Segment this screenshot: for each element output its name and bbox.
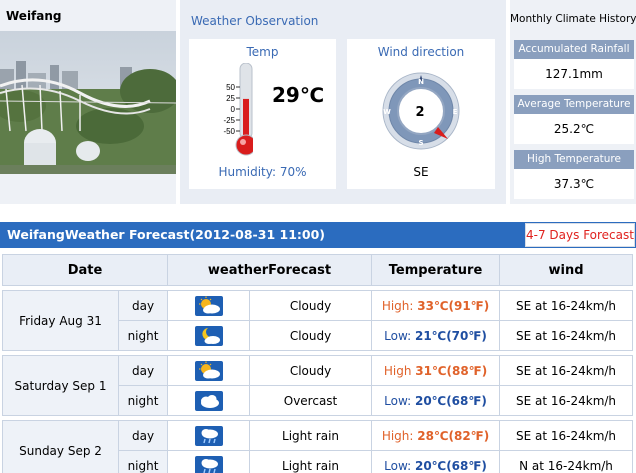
climate-history-panel: Monthly Climate History Accumulated Rain…: [510, 0, 636, 204]
forecast-date: Sunday Sep 2: [2, 420, 119, 473]
wind-speed: 2: [415, 105, 424, 120]
current-temp: 29℃: [272, 83, 325, 107]
weather-desc: Overcast: [249, 385, 373, 416]
wind-title: Wind direction: [377, 45, 465, 59]
compass-icon: N E S W 2: [380, 61, 462, 160]
table-row: Saturday Sep 1 day Cloudy High 31℃(88℉) …: [2, 355, 634, 416]
weather-desc: Light rain: [249, 450, 373, 473]
forecast-title: WeifangWeather Forecast(2012-08-31 11:00…: [7, 227, 325, 242]
wind-cell: SE at 16-24km/h: [499, 320, 634, 351]
temp-title: Temp: [246, 45, 279, 59]
period-label: day: [117, 420, 169, 451]
observation-panel: Weather Observation Temp 50 25 0 -25 -50…: [180, 0, 506, 204]
rainfall-value: 127.1mm: [514, 59, 634, 89]
period-label: night: [117, 385, 169, 416]
table-header-row: Date weatherForecast Temperature wind: [1, 254, 634, 286]
rainfall-label: Accumulated Rainfall: [514, 40, 634, 59]
climate-title: Monthly Climate History: [510, 13, 636, 25]
wind-card: Wind direction N E S W 2 SE: [347, 39, 495, 189]
forecast-date: Saturday Sep 1: [2, 355, 119, 416]
period-label: day: [117, 290, 169, 321]
wind-direction: SE: [413, 165, 429, 179]
header-temperature: Temperature: [371, 254, 501, 286]
header-date: Date: [1, 254, 169, 286]
avg-temp-label: Average Temperature: [514, 95, 634, 114]
rain-icon: [194, 455, 223, 473]
compass-label: N: [418, 78, 424, 86]
table-row: Sunday Sep 2 day Light rain High: 28℃(82…: [2, 420, 634, 473]
high-temp-value: 37.3℃: [514, 169, 634, 199]
observation-title: Weather Observation: [191, 14, 319, 28]
forecast-header: WeifangWeather Forecast(2012-08-31 11:00…: [0, 222, 636, 248]
weather-desc: Cloudy: [249, 290, 373, 321]
scale-label: 25: [226, 94, 235, 103]
temp-card: Temp 50 25 0 -25 -50 29℃ Humidity: 70%: [189, 39, 336, 189]
temperature-cell: Low: 20℃(68℉): [371, 385, 501, 416]
header-wind: wind: [499, 254, 634, 286]
avg-temp-value: 25.2℃: [514, 114, 634, 144]
scale-label: -50: [223, 127, 235, 136]
wind-cell: SE at 16-24km/h: [499, 385, 634, 416]
moon-cloud-icon: [194, 325, 223, 346]
humidity-value: 70%: [279, 165, 307, 179]
compass-label: S: [418, 139, 423, 147]
sun-cloud-icon: [194, 295, 223, 316]
city-photo: [0, 31, 176, 174]
scale-label: 0: [231, 105, 236, 114]
weather-desc: Light rain: [249, 420, 373, 451]
forecast-table: Date weatherForecast Temperature wind Fr…: [1, 254, 634, 473]
high-temp-label: High Temperature: [514, 150, 634, 169]
temperature-cell: High: 33℃(91℉): [371, 290, 501, 321]
rain-icon: [194, 425, 223, 446]
temperature-cell: High: 28℃(82℉): [371, 420, 501, 451]
period-label: night: [117, 450, 169, 473]
wind-cell: SE at 16-24km/h: [499, 420, 634, 451]
sun-cloud-icon: [194, 360, 223, 381]
wind-cell: N at 16-24km/h: [499, 450, 634, 473]
wind-cell: SE at 16-24km/h: [499, 290, 634, 321]
city-panel: Weifang: [0, 0, 176, 204]
extended-forecast-link[interactable]: 4-7 Days Forecast: [525, 223, 635, 247]
header-weather: weatherForecast: [167, 254, 373, 286]
humidity-label: Humidity: [218, 165, 272, 179]
city-name: Weifang: [6, 9, 62, 23]
temperature-cell: Low: 20℃(68℉): [371, 450, 501, 473]
humidity: Humidity: 70%: [218, 165, 307, 179]
scale-label: 50: [226, 83, 235, 92]
period-label: night: [117, 320, 169, 351]
table-row: Friday Aug 31 day Cloudy High: 33℃(91℉) …: [2, 290, 634, 351]
cloud-icon: [194, 390, 223, 411]
compass-label: W: [383, 108, 391, 116]
temperature-cell: Low: 21℃(70℉): [371, 320, 501, 351]
wind-cell: SE at 16-24km/h: [499, 355, 634, 386]
weather-desc: Cloudy: [249, 355, 373, 386]
weather-desc: Cloudy: [249, 320, 373, 351]
forecast-date: Friday Aug 31: [2, 290, 119, 351]
scale-label: -25: [223, 116, 235, 125]
temperature-cell: High 31℃(88℉): [371, 355, 501, 386]
thermometer-icon: 50 25 0 -25 -50: [203, 62, 257, 162]
period-label: day: [117, 355, 169, 386]
compass-label: E: [453, 108, 458, 116]
